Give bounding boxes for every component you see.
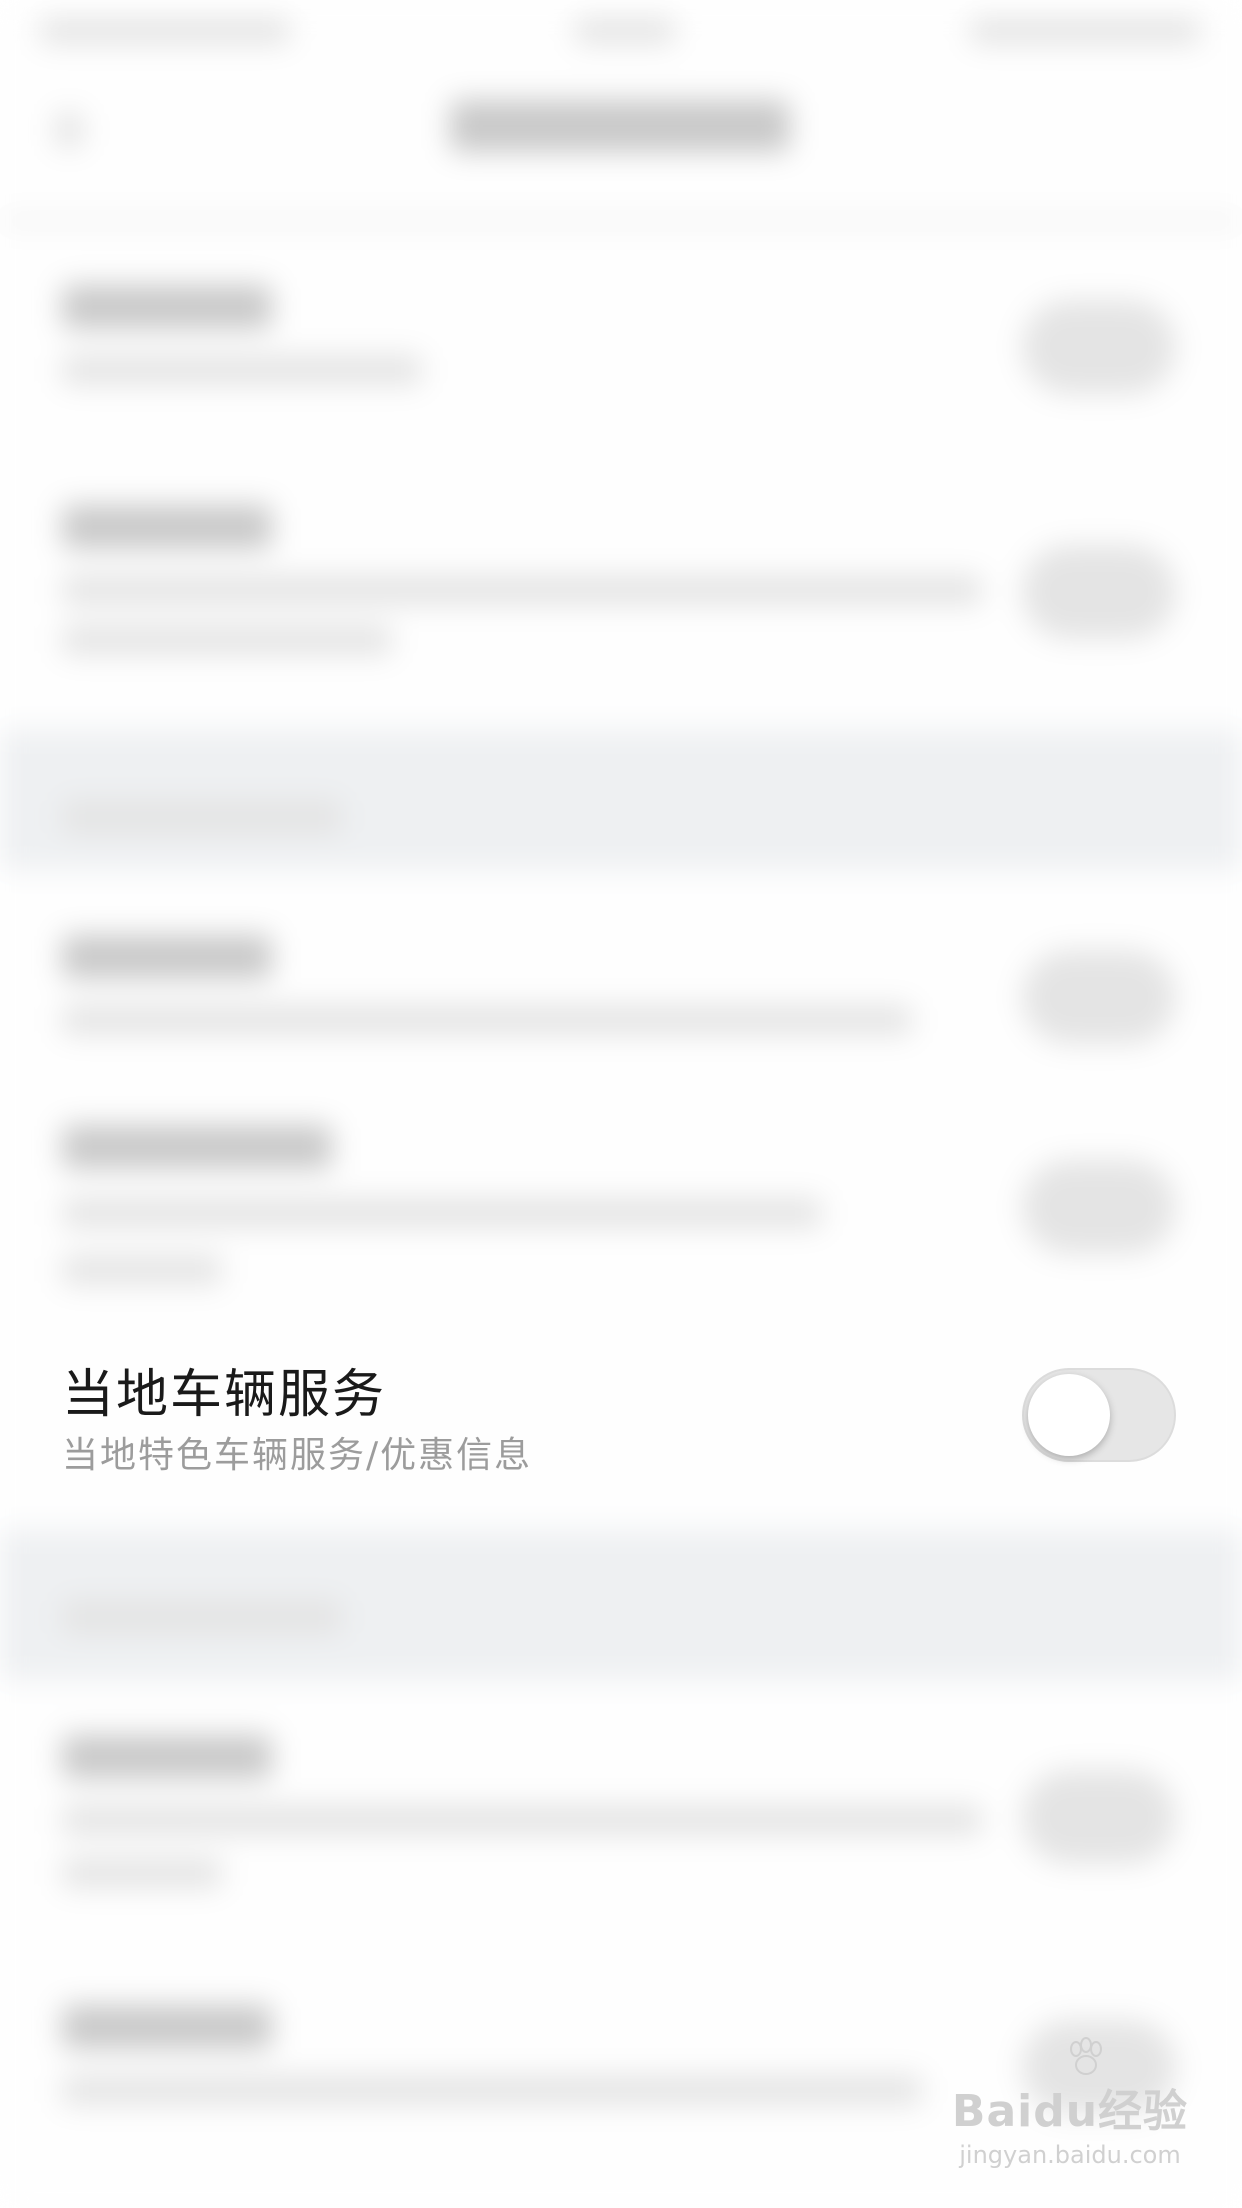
section-title (62, 1600, 342, 1634)
setting-title: 当地车辆服务 (62, 1365, 387, 1425)
watermark-logo: Baidu经验 (951, 2086, 1189, 2137)
setting-subtitle: 当地特色车辆服务/优惠信息 (62, 1435, 533, 1476)
item-subtitle (62, 1858, 222, 1888)
item-subtitle (62, 1005, 912, 1035)
status-bar-right (970, 18, 1200, 44)
back-icon[interactable] (55, 112, 83, 148)
item-toggle[interactable] (1022, 1770, 1176, 1864)
nav-divider (0, 218, 1242, 224)
baidu-watermark: Baidu经验 jingyan.baidu.com (950, 2037, 1190, 2185)
item-title (62, 285, 272, 329)
item-toggle[interactable] (1022, 1160, 1176, 1254)
watermark-url: jingyan.baidu.com (959, 2141, 1181, 2169)
item-subtitle (62, 355, 422, 385)
item-subtitle (62, 1805, 982, 1835)
item-subtitle (62, 2075, 922, 2105)
item-title (62, 505, 272, 549)
page-title (450, 100, 790, 152)
item-title (62, 2005, 272, 2049)
blurred-background (0, 0, 1242, 2208)
local-vehicle-service-toggle[interactable] (1022, 1368, 1176, 1462)
paw-icon (1070, 2037, 1102, 2075)
item-toggle[interactable] (1022, 950, 1176, 1044)
item-title (62, 1735, 272, 1779)
status-bar-center (575, 18, 675, 44)
item-subtitle (62, 575, 982, 605)
item-subtitle (62, 1255, 222, 1285)
status-bar-left (40, 18, 290, 44)
item-title (62, 1125, 332, 1169)
item-subtitle (62, 625, 392, 655)
toggle-knob (1028, 1374, 1110, 1456)
local-vehicle-service-row: 当地车辆服务 当地特色车辆服务/优惠信息 (0, 1318, 1242, 1508)
item-toggle[interactable] (1022, 545, 1176, 639)
item-title (62, 935, 272, 979)
item-toggle[interactable] (1022, 300, 1176, 394)
item-subtitle (62, 1198, 822, 1228)
section-title (62, 800, 342, 834)
